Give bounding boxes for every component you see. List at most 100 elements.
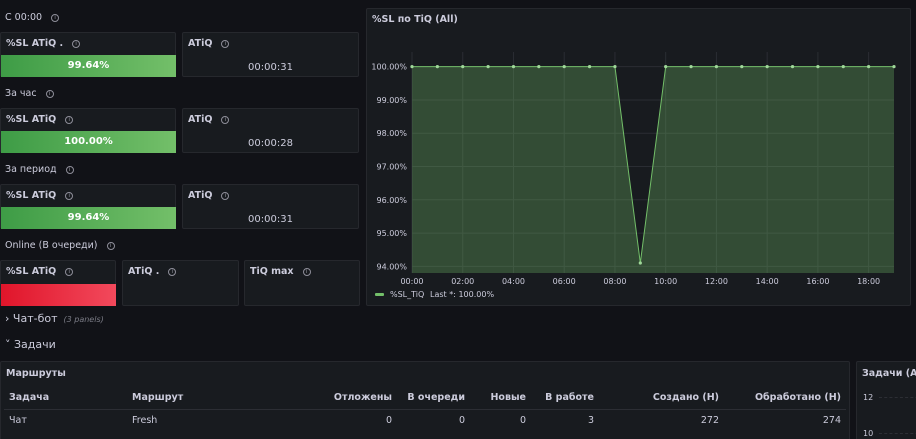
atiq-panel-1[interactable]: ATiQ i 00:00:31 [182, 32, 359, 77]
data-point [867, 65, 871, 69]
atiq-value: 00:00:31 [248, 214, 293, 225]
legend-label: %SL_TiQ [390, 290, 424, 299]
info-circle-icon[interactable]: i [221, 191, 230, 200]
row-title-since-midnight: С 00:00 i [5, 12, 60, 23]
data-point [562, 65, 566, 69]
sl-gauge-bar: 99.64% [1, 55, 176, 77]
grid-line [879, 397, 916, 398]
chevron-right-icon: › [5, 312, 10, 325]
info-circle-icon[interactable]: i [45, 89, 54, 98]
data-point [461, 65, 465, 69]
atiq-panel-2[interactable]: ATiQ i 00:00:28 [182, 108, 359, 153]
table-row[interactable]: Чат Fresh 0 0 0 3 272 274 [4, 409, 846, 431]
sl-gauge-bar: 99.64% [1, 207, 176, 229]
row-title-online: Online (В очереди) i [5, 240, 115, 251]
sl-gauge-bar: 100.00% [1, 131, 176, 153]
routes-panel-title: Маршруты [6, 368, 66, 379]
data-point [765, 65, 769, 69]
data-point [664, 65, 668, 69]
info-circle-icon[interactable]: i [65, 267, 74, 276]
x-tick-label: 14:00 [756, 277, 779, 286]
x-tick-label: 12:00 [705, 277, 728, 286]
info-circle-icon[interactable]: i [51, 13, 60, 22]
info-circle-icon[interactable]: i [65, 165, 74, 174]
col-header[interactable]: Обработано (Н) [724, 387, 846, 410]
x-tick-label: 16:00 [806, 277, 829, 286]
data-point [435, 65, 439, 69]
col-header[interactable]: Маршрут [127, 387, 327, 410]
tasks-all-panel[interactable]: Задачи (All) 12 10 [856, 361, 916, 439]
y-tick-label: 99.00% [376, 96, 407, 105]
atiq-panel-3[interactable]: ATiQ i 00:00:31 [182, 184, 359, 229]
col-header[interactable]: Отложены [327, 387, 397, 410]
info-circle-icon[interactable]: i [221, 115, 230, 124]
row-title-last-hour: За час i [5, 88, 54, 99]
data-point [613, 65, 617, 69]
y-tick-label: 95.00% [376, 229, 407, 238]
data-point [486, 65, 490, 69]
series-area [412, 66, 894, 273]
atiq-value: 00:00:28 [248, 138, 293, 149]
sl-atiq-panel-3[interactable]: %SL ATiQ i 99.64% [0, 184, 176, 229]
col-header[interactable]: В очереди [397, 387, 470, 410]
info-circle-icon[interactable]: i [65, 115, 74, 124]
data-point [511, 65, 516, 69]
data-point [841, 65, 845, 69]
online-sl-gauge-bar [1, 284, 116, 306]
col-header[interactable]: В работе [531, 387, 599, 410]
cell: 0 [458, 414, 465, 426]
section-chatbot[interactable]: › Чат-бот (3 panels) [5, 312, 104, 325]
y-tick: 10 [863, 429, 874, 438]
sl-atiq-panel-2[interactable]: %SL ATiQ i 100.00% [0, 108, 176, 153]
info-circle-icon[interactable]: i [65, 191, 74, 200]
x-tick-label: 10:00 [654, 277, 677, 286]
table-header-row: Задача Маршрут Отложены В очереди Новые … [4, 387, 846, 410]
cell: 0 [385, 414, 392, 426]
y-tick-label: 98.00% [376, 129, 407, 138]
sl-by-tiq-chart-panel[interactable]: %SL по TiQ (All) 100.00% 99.00% 98.00% 97.0… [366, 8, 911, 306]
y-tick-label: 94.00% [376, 262, 407, 271]
data-point [714, 65, 719, 69]
row-title-period: За период i [5, 164, 74, 175]
y-tick: 12 [863, 393, 874, 402]
cell: 0 [519, 414, 526, 426]
sl-by-tiq-chart: 100.00% 99.00% 98.00% 97.00% 96.00% 95.00% 94.… [371, 52, 896, 299]
x-tick-label: 06:00 [553, 277, 576, 286]
data-point [790, 65, 795, 69]
x-tick-label: 18:00 [857, 277, 880, 286]
grid-line [879, 433, 916, 434]
chevron-down-icon: ˅ [5, 338, 11, 351]
y-tick-label: 97.00% [376, 163, 407, 172]
data-point [410, 65, 414, 69]
online-sl-atiq-panel[interactable]: %SL ATiQ i [0, 260, 116, 306]
y-tick-label: 96.00% [376, 196, 407, 205]
sl-atiq-panel-1[interactable]: %SL ATiQ .i 99.64% [0, 32, 176, 77]
online-tiq-max-panel[interactable]: TiQ max i [244, 260, 360, 306]
col-header[interactable]: Новые [470, 387, 531, 410]
routes-table: Задача Маршрут Отложены В очереди Новые … [4, 387, 846, 431]
data-point [816, 65, 820, 69]
data-point [740, 65, 744, 69]
x-tick-label: 02:00 [451, 277, 474, 286]
atiq-value: 00:00:31 [248, 62, 293, 73]
data-point [689, 65, 693, 69]
info-circle-icon[interactable]: i [221, 39, 230, 48]
data-point [892, 65, 896, 69]
info-circle-icon[interactable]: i [72, 39, 81, 48]
x-tick-label: 00:00 [400, 277, 423, 286]
y-tick-label: 100.00% [371, 63, 407, 72]
cell: Fresh [132, 414, 158, 426]
data-point [638, 261, 642, 265]
info-circle-icon[interactable]: i [302, 267, 311, 276]
col-header[interactable]: Создано (Н) [599, 387, 724, 410]
info-circle-icon[interactable]: i [106, 241, 115, 250]
online-atiq-panel[interactable]: ATiQ .i [122, 260, 239, 306]
col-header[interactable]: Задача [4, 387, 127, 410]
section-tasks[interactable]: ˅ Задачи [5, 338, 56, 351]
data-point [537, 65, 541, 69]
routes-panel[interactable]: Маршруты Задача Маршрут Отложены В очере… [0, 361, 850, 439]
legend-swatch [375, 293, 384, 296]
legend-last-value: Last *: 100.00% [430, 290, 494, 299]
data-point [587, 65, 592, 69]
info-circle-icon[interactable]: i [168, 267, 177, 276]
